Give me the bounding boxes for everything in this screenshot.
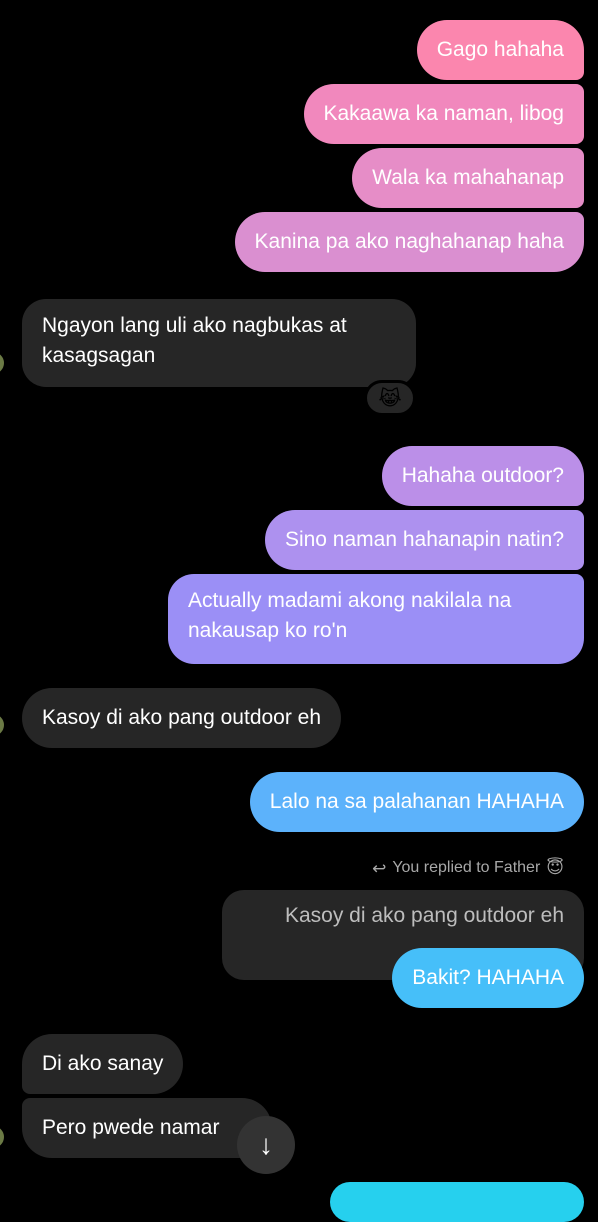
scroll-to-bottom-button[interactable]: ↓ (237, 1116, 295, 1174)
sender-avatar[interactable] (0, 714, 4, 736)
crying-cat-emoji-icon: 😹 (378, 387, 402, 410)
message-bubble-outgoing-partial[interactable] (330, 1182, 584, 1222)
message-bubble-outgoing[interactable]: Lalo na sa palahanan HAHAHA (249, 772, 584, 832)
message-bubble-outgoing[interactable]: Wala ka mahahanap (352, 148, 584, 208)
message-bubble-outgoing[interactable]: Kanina pa ako naghahanap haha (234, 212, 584, 272)
message-text: Ngayon lang uli ako nagbukas at kasagsag… (42, 314, 347, 367)
message-bubble-outgoing[interactable]: Gago hahaha (416, 20, 584, 80)
message-bubble-outgoing[interactable]: Hahaha outdoor? (381, 446, 584, 506)
sender-avatar[interactable] (0, 1126, 4, 1148)
quoted-message-text: Kasoy di ako pang outdoor eh (284, 904, 564, 927)
message-bubble-outgoing[interactable]: Sino naman hahanapin natin? (264, 510, 584, 570)
message-text: Lalo na sa palahanan HAHAHA (269, 790, 564, 813)
sender-avatar[interactable] (0, 352, 4, 374)
message-text: Di ako sanay (42, 1052, 164, 1075)
message-bubble-outgoing[interactable]: Kakaawa ka naman, libog (303, 84, 584, 144)
message-text: Kanina pa ako naghahanap haha (254, 230, 564, 253)
reply-context-label: ↩ You replied to Father 😇 (372, 856, 564, 880)
message-bubble-outgoing[interactable]: Bakit? HAHAHA (392, 948, 584, 1008)
message-reaction[interactable]: 😹 (364, 380, 416, 416)
message-text: Kasoy di ako pang outdoor eh (42, 706, 322, 729)
arrow-down-icon: ↓ (259, 1129, 273, 1160)
message-text: Bakit? HAHAHA (412, 966, 564, 989)
message-text: Actually madami akong nakilala na nakaus… (188, 589, 512, 642)
message-text: Hahaha outdoor? (401, 464, 564, 487)
message-text: Gago hahaha (436, 38, 564, 61)
message-bubble-incoming[interactable]: Di ako sanay (22, 1034, 184, 1094)
reply-label-text: You replied to Father (392, 859, 541, 876)
message-text: Pero pwede namar (42, 1116, 220, 1139)
message-text: Kakaawa ka naman, libog (323, 102, 565, 125)
message-text: Wala ka mahahanap (372, 166, 564, 189)
message-text: Sino naman hahanapin natin? (284, 528, 564, 551)
message-bubble-incoming[interactable]: Kasoy di ako pang outdoor eh (22, 688, 342, 748)
smiling-halo-emoji-icon: 😇 (546, 858, 564, 877)
message-bubble-outgoing[interactable]: Actually madami akong nakilala na nakaus… (168, 574, 584, 664)
message-bubble-incoming[interactable]: Ngayon lang uli ako nagbukas at kasagsag… (22, 299, 416, 387)
reply-arrow-icon: ↩ (372, 858, 387, 878)
message-bubble-incoming[interactable]: Pero pwede namar (22, 1098, 272, 1158)
